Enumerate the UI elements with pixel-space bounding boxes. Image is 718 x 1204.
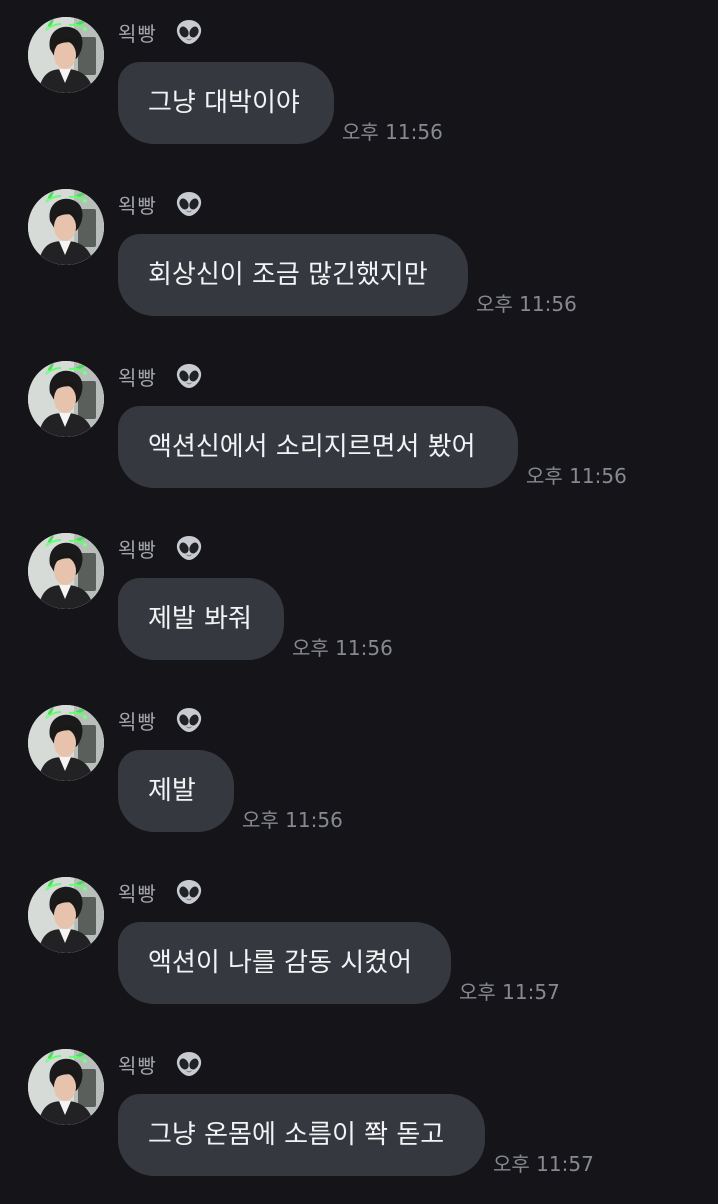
sender-header: 왹빵 (118, 876, 203, 908)
message-time: 오후 11:56 (242, 808, 343, 832)
avatar-image (28, 877, 104, 953)
sender-name: 왹빵 (118, 365, 157, 390)
avatar[interactable] (28, 705, 104, 781)
message-group: 왹빵 액션이 나를 감동 시켰어 오후 11:57 (0, 860, 718, 1032)
sender-header: 왹빵 (118, 188, 203, 220)
message-bubble[interactable]: 제발 (118, 750, 234, 832)
sender-header: 왹빵 (118, 360, 203, 392)
message-bubble[interactable]: 액션신에서 소리지르면서 봤어 (118, 406, 518, 488)
message-group: 왹빵 제발 오후 11:56 (0, 688, 718, 860)
avatar[interactable] (28, 361, 104, 437)
alien-icon (175, 534, 203, 562)
message-time: 오후 11:57 (493, 1152, 594, 1176)
message-bubble[interactable]: 그냥 대박이야 (118, 62, 334, 144)
sender-name: 왹빵 (118, 193, 157, 218)
message-time: 오후 11:56 (342, 120, 443, 144)
message-bubble[interactable]: 회상신이 조금 많긴했지만 (118, 234, 468, 316)
message-bubble[interactable]: 제발 봐줘 (118, 578, 284, 660)
sender-name: 왹빵 (118, 537, 157, 562)
message-time: 오후 11:56 (476, 292, 577, 316)
alien-icon (175, 190, 203, 218)
sender-name: 왹빵 (118, 709, 157, 734)
avatar-image (28, 1049, 104, 1125)
sender-header: 왹빵 (118, 1048, 203, 1080)
sender-header: 왹빵 (118, 704, 203, 736)
sender-name: 왹빵 (118, 21, 157, 46)
avatar[interactable] (28, 17, 104, 93)
sender-header: 왹빵 (118, 532, 203, 564)
message-group: 왹빵 제발 봐줘 오후 11:56 (0, 516, 718, 688)
alien-icon (175, 878, 203, 906)
message-group: 왹빵 그냥 온몸에 소름이 쫙 돋고 오후 11:57 (0, 1032, 718, 1204)
avatar-image (28, 705, 104, 781)
alien-icon (175, 18, 203, 46)
avatar[interactable] (28, 877, 104, 953)
message-bubble[interactable]: 액션이 나를 감동 시켰어 (118, 922, 451, 1004)
message-group: 왹빵 그냥 대박이야 오후 11:56 (0, 0, 718, 172)
avatar[interactable] (28, 189, 104, 265)
alien-icon (175, 362, 203, 390)
message-group: 왹빵 회상신이 조금 많긴했지만 오후 11:56 (0, 172, 718, 344)
message-time: 오후 11:56 (292, 636, 393, 660)
avatar-image (28, 361, 104, 437)
avatar-image (28, 17, 104, 93)
alien-icon (175, 706, 203, 734)
sender-header: 왹빵 (118, 16, 203, 48)
message-group: 왹빵 액션신에서 소리지르면서 봤어 오후 11:56 (0, 344, 718, 516)
sender-name: 왹빵 (118, 881, 157, 906)
avatar[interactable] (28, 1049, 104, 1125)
message-bubble[interactable]: 그냥 온몸에 소름이 쫙 돋고 (118, 1094, 485, 1176)
chat-message-list: 왹빵 그냥 대박이야 오후 11:56 왹빵 회상신이 조금 많긴했지만 오후 … (0, 0, 718, 1200)
message-time: 오후 11:57 (459, 980, 560, 1004)
message-time: 오후 11:56 (526, 464, 627, 488)
avatar-image (28, 189, 104, 265)
sender-name: 왹빵 (118, 1053, 157, 1078)
avatar-image (28, 533, 104, 609)
alien-icon (175, 1050, 203, 1078)
avatar[interactable] (28, 533, 104, 609)
